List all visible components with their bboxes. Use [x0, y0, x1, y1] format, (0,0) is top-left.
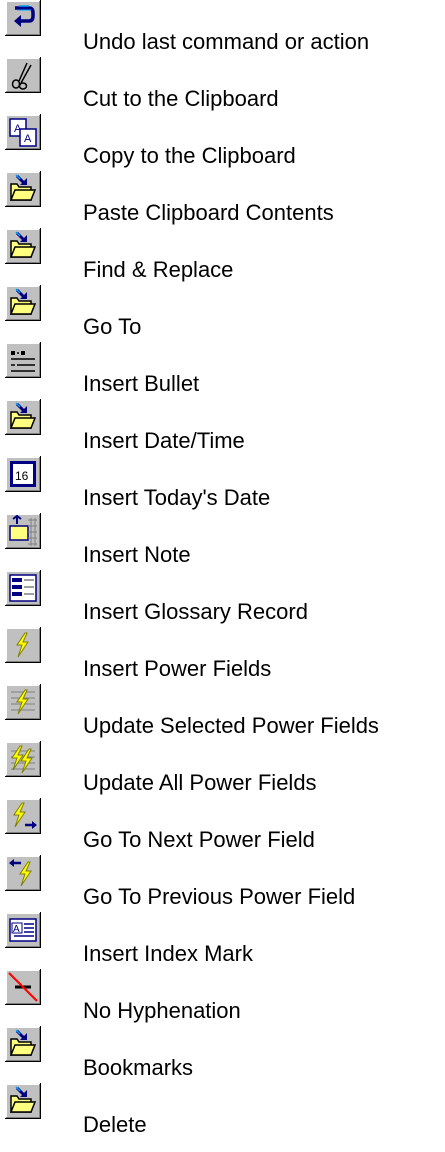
folder-arrow-icon[interactable] [5, 285, 41, 321]
copy-icon[interactable]: A A [5, 114, 41, 150]
toolbar-item-label: Copy to the Clipboard [83, 143, 296, 168]
toolbar-item-label: Go To Previous Power Field [83, 884, 356, 909]
svg-text:A: A [24, 133, 32, 145]
folder-arrow-icon[interactable] [5, 228, 41, 264]
toolbar-item-label: Insert Date/Time [83, 428, 245, 453]
scissors-icon[interactable] [5, 57, 41, 93]
calendar-16-icon[interactable]: 16 [5, 456, 41, 492]
no-hyphen-icon[interactable] [5, 969, 41, 1005]
folder-arrow-icon[interactable] [5, 399, 41, 435]
toolbar-item[interactable]: Go To Next Power Field [0, 798, 445, 855]
toolbar-item[interactable]: Paste Clipboard Contents [0, 171, 445, 228]
undo-icon[interactable] [5, 0, 41, 36]
toolbar-item[interactable]: Go To Previous Power Field [0, 855, 445, 912]
bullet-list-icon[interactable] [5, 342, 41, 378]
toolbar-item-label: Insert Index Mark [83, 941, 253, 966]
toolbar-item-label: Insert Bullet [83, 371, 200, 396]
toolbar-item[interactable]: Insert Glossary Record [0, 570, 445, 627]
toolbar-item[interactable]: No Hyphenation [0, 969, 445, 1026]
lightning-next-icon[interactable] [5, 798, 41, 834]
toolbar-item[interactable]: Delete [0, 1083, 445, 1140]
toolbar-item-label: Delete [83, 1112, 147, 1137]
toolbar-item-label: Undo last command or action [83, 29, 370, 54]
lightning-icon[interactable] [5, 627, 41, 663]
lightning-previous-icon[interactable] [5, 855, 41, 891]
toolbar-item-label: Insert Glossary Record [83, 599, 308, 624]
toolbar-button-list: Undo last command or action Cut to the C… [0, 0, 445, 1152]
index-mark-icon[interactable]: A [5, 912, 41, 948]
toolbar-item[interactable]: Update Selected Power Fields [0, 684, 445, 741]
folder-arrow-icon[interactable] [5, 1026, 41, 1062]
toolbar-item-label: Find & Replace [83, 257, 234, 282]
insert-note-icon[interactable] [5, 513, 41, 549]
double-lightning-icon[interactable] [5, 741, 41, 777]
toolbar-item-label: Insert Note [83, 542, 191, 567]
toolbar-item-label: Go To [83, 314, 142, 339]
toolbar-item[interactable]: 16 Insert Today's Date [0, 456, 445, 513]
toolbar-item[interactable]: Insert Note [0, 513, 445, 570]
toolbar-item-label: No Hyphenation [83, 998, 241, 1023]
toolbar-item[interactable]: Insert Power Fields [0, 627, 445, 684]
toolbar-item[interactable]: Insert Bullet [0, 342, 445, 399]
svg-text:16: 16 [15, 469, 29, 483]
toolbar-item[interactable]: Go To [0, 285, 445, 342]
toolbar-item-label: Insert Power Fields [83, 656, 272, 681]
toolbar-item[interactable]: Cut to the Clipboard [0, 57, 445, 114]
toolbar-item[interactable]: Undo last command or action [0, 0, 445, 57]
folder-arrow-icon[interactable] [5, 171, 41, 207]
toolbar-item[interactable]: A A Copy to the Clipboard [0, 114, 445, 171]
svg-text:A: A [13, 924, 20, 935]
toolbar-item-label: Bookmarks [83, 1055, 194, 1080]
toolbar-item[interactable]: Update All Power Fields [0, 741, 445, 798]
lightning-page-icon[interactable] [5, 684, 41, 720]
toolbar-item-label: Paste Clipboard Contents [83, 200, 334, 225]
toolbar-item[interactable]: Bookmarks [0, 1026, 445, 1083]
folder-arrow-icon[interactable] [5, 1083, 41, 1119]
toolbar-item[interactable]: Find & Replace [0, 228, 445, 285]
toolbar-item-label: Insert Today's Date [83, 485, 271, 510]
toolbar-item-label: Cut to the Clipboard [83, 86, 279, 111]
toolbar-item[interactable]: Insert Date/Time [0, 399, 445, 456]
toolbar-item-label: Update All Power Fields [83, 770, 317, 795]
glossary-record-icon[interactable] [5, 570, 41, 606]
toolbar-item-label: Go To Next Power Field [83, 827, 315, 852]
toolbar-item[interactable]: A Insert Index Mark [0, 912, 445, 969]
toolbar-item-label: Update Selected Power Fields [83, 713, 379, 738]
